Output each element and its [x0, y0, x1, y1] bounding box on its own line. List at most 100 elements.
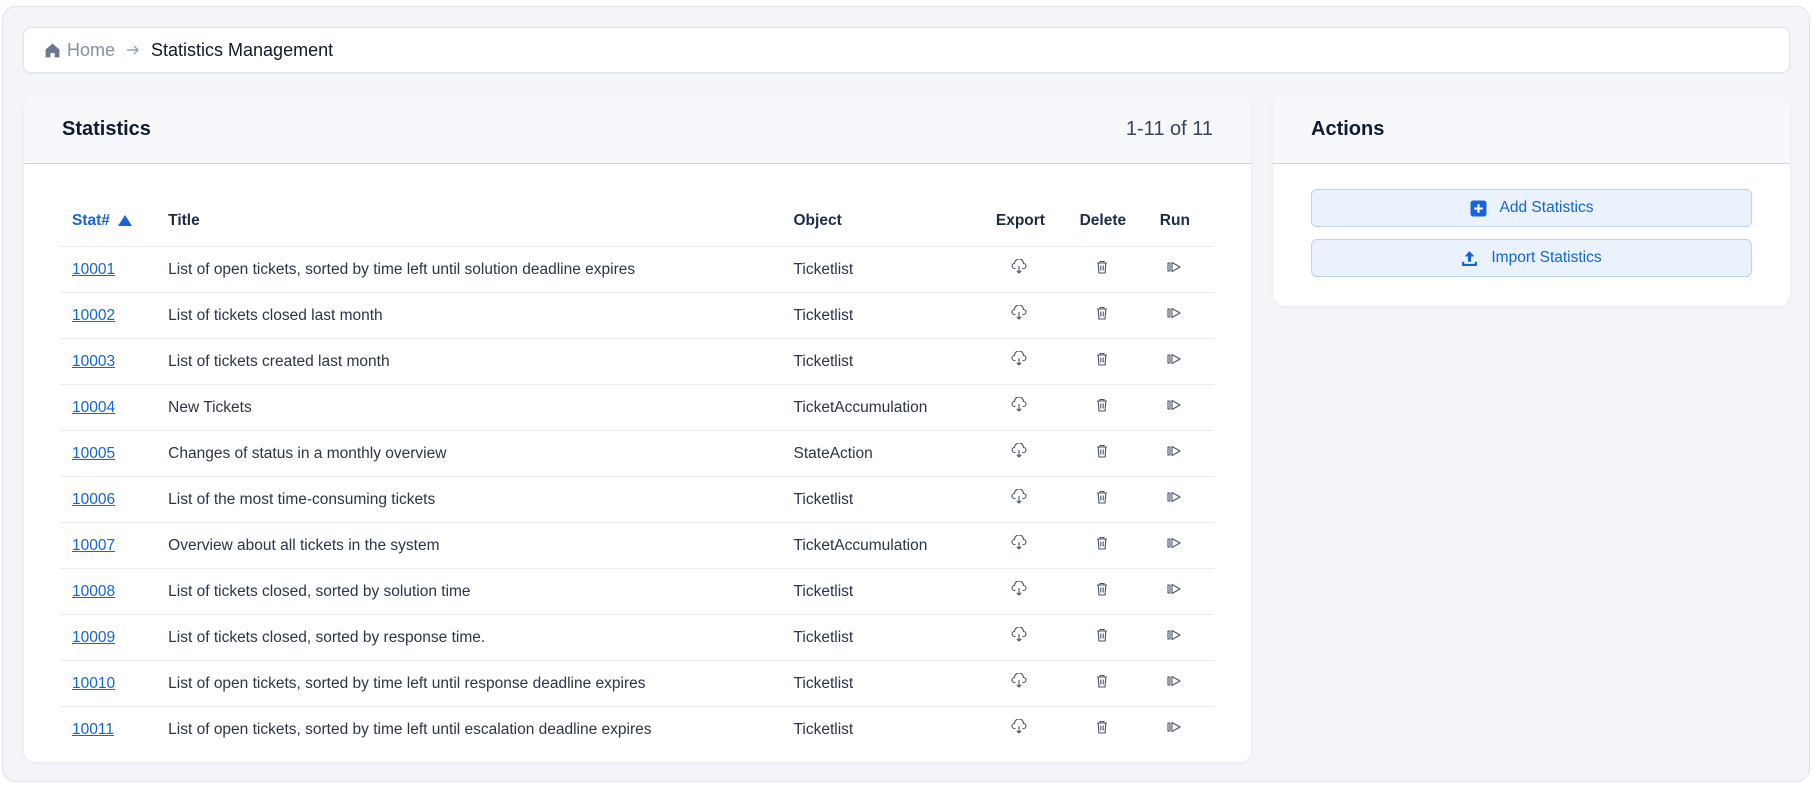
stat-object-cell: Ticketlist: [793, 568, 971, 615]
run-cell: [1135, 430, 1214, 477]
stat-number-cell: 10006: [60, 476, 169, 523]
trash-icon[interactable]: [1094, 397, 1112, 415]
cloud-download-icon[interactable]: [1011, 443, 1029, 461]
add-statistics-label: Add Statistics: [1499, 199, 1594, 216]
run-cell: [1135, 246, 1214, 293]
table-row: 10001 List of open tickets, sorted by tim…: [60, 246, 1214, 293]
stat-title-cell: Overview about all tickets in the system: [168, 522, 794, 569]
trash-icon[interactable]: [1094, 259, 1112, 277]
cloud-download-icon[interactable]: [1011, 351, 1029, 369]
statistics-table: Stat# Title Object Export Delete Run 100…: [60, 196, 1214, 752]
table-row: 10011 List of open tickets, sorted by tim…: [60, 707, 1214, 753]
delete-cell: [1070, 246, 1136, 293]
delete-cell: [1070, 476, 1136, 523]
import-statistics-button[interactable]: Import Statistics: [1311, 239, 1752, 277]
sort-ascending-icon: [117, 215, 132, 226]
stat-number-link[interactable]: 10005: [72, 445, 115, 462]
column-header-delete: Delete: [1070, 196, 1136, 247]
stat-number-cell: 10009: [60, 614, 169, 661]
export-cell: [970, 384, 1071, 431]
stat-title-cell: List of the most time-consuming tickets: [168, 476, 794, 523]
cloud-download-icon[interactable]: [1011, 719, 1029, 737]
run-icon[interactable]: [1166, 397, 1184, 415]
trash-icon[interactable]: [1094, 535, 1112, 553]
table-row: 10002 List of tickets closed last month Ti…: [60, 292, 1214, 339]
trash-icon[interactable]: [1094, 443, 1112, 461]
column-header-export: Export: [970, 196, 1071, 247]
trash-icon[interactable]: [1094, 719, 1112, 737]
trash-icon[interactable]: [1094, 305, 1112, 323]
statistics-panel-title: Statistics: [62, 118, 151, 140]
run-icon[interactable]: [1166, 719, 1184, 737]
delete-cell: [1070, 660, 1136, 707]
cloud-download-icon[interactable]: [1011, 581, 1029, 599]
stat-object-cell: Ticketlist: [793, 720, 854, 738]
trash-icon[interactable]: [1094, 627, 1112, 645]
run-icon[interactable]: [1166, 443, 1184, 461]
run-icon[interactable]: [1166, 627, 1184, 645]
cloud-download-icon[interactable]: [1011, 535, 1029, 553]
stat-number-cell: 10002: [60, 292, 169, 339]
run-cell: [1135, 384, 1214, 431]
run-icon[interactable]: [1166, 581, 1184, 599]
run-cell: [1135, 568, 1214, 615]
stat-number-link[interactable]: 10004: [72, 399, 115, 416]
stat-title-cell: New Tickets: [168, 384, 794, 431]
run-icon[interactable]: [1166, 535, 1184, 553]
run-cell: [1136, 707, 1214, 753]
stat-title-cell: List of tickets closed, sorted by soluti…: [168, 568, 794, 615]
cloud-download-icon[interactable]: [1011, 259, 1029, 277]
cloud-download-icon[interactable]: [1011, 489, 1029, 507]
export-cell: [970, 476, 1071, 523]
run-cell: [1135, 338, 1214, 385]
add-statistics-button[interactable]: Add Statistics: [1311, 189, 1752, 227]
stat-number-link[interactable]: 10001: [72, 261, 115, 278]
stat-title-cell: List of open tickets, sorted by time lef…: [168, 660, 794, 707]
stat-number-cell: 10010: [60, 660, 169, 707]
column-header-title: Title: [168, 196, 794, 247]
stat-number-link[interactable]: 10008: [72, 583, 115, 600]
delete-cell: [1070, 338, 1136, 385]
column-header-stat[interactable]: Stat#: [60, 196, 169, 247]
delete-cell: [1070, 614, 1136, 661]
stat-title-cell: List of tickets closed last month: [168, 292, 794, 339]
cloud-download-icon[interactable]: [1011, 305, 1029, 323]
export-cell: [970, 660, 1071, 707]
breadcrumb-home-link[interactable]: Home: [44, 40, 115, 61]
stat-number-link[interactable]: 10011: [72, 721, 114, 738]
table-row: 10010 List of open tickets, sorted by tim…: [60, 660, 1214, 707]
stat-number-link[interactable]: 10010: [72, 675, 115, 692]
stat-number-link[interactable]: 10007: [72, 537, 115, 554]
stat-number-link[interactable]: 10002: [72, 307, 115, 324]
stat-title-cell: List of open tickets, sorted by time lef…: [168, 246, 794, 293]
run-icon[interactable]: [1166, 259, 1184, 277]
stat-object-cell: Ticketlist: [793, 338, 971, 385]
stat-title-cell: Changes of status in a monthly overview: [168, 430, 794, 477]
table-row: 10003 List of tickets created last month T…: [60, 338, 1214, 385]
stat-number-link[interactable]: 10009: [72, 629, 115, 646]
run-icon[interactable]: [1166, 305, 1184, 323]
stat-number-link[interactable]: 10003: [72, 353, 115, 370]
export-cell: [970, 292, 1071, 339]
trash-icon[interactable]: [1094, 673, 1112, 691]
stat-number-cell: 10007: [60, 522, 169, 569]
delete-cell: [1070, 568, 1136, 615]
stat-number-cell: 10004: [60, 384, 169, 431]
export-cell: [970, 246, 1071, 293]
run-cell: [1135, 660, 1214, 707]
run-icon[interactable]: [1166, 351, 1184, 369]
stat-object-cell: TicketAccumulation: [793, 384, 971, 431]
run-icon[interactable]: [1166, 489, 1184, 507]
trash-icon[interactable]: [1094, 489, 1112, 507]
cloud-download-icon[interactable]: [1011, 397, 1029, 415]
cloud-download-icon[interactable]: [1011, 627, 1029, 645]
breadcrumb-home-label: Home: [67, 39, 116, 60]
export-cell: [970, 568, 1071, 615]
trash-icon[interactable]: [1094, 581, 1112, 599]
stat-object-cell: Ticketlist: [793, 246, 971, 293]
delete-cell: [1070, 384, 1136, 431]
stat-number-link[interactable]: 10006: [72, 491, 115, 508]
run-icon[interactable]: [1166, 673, 1184, 691]
trash-icon[interactable]: [1094, 351, 1112, 369]
cloud-download-icon[interactable]: [1011, 673, 1029, 691]
